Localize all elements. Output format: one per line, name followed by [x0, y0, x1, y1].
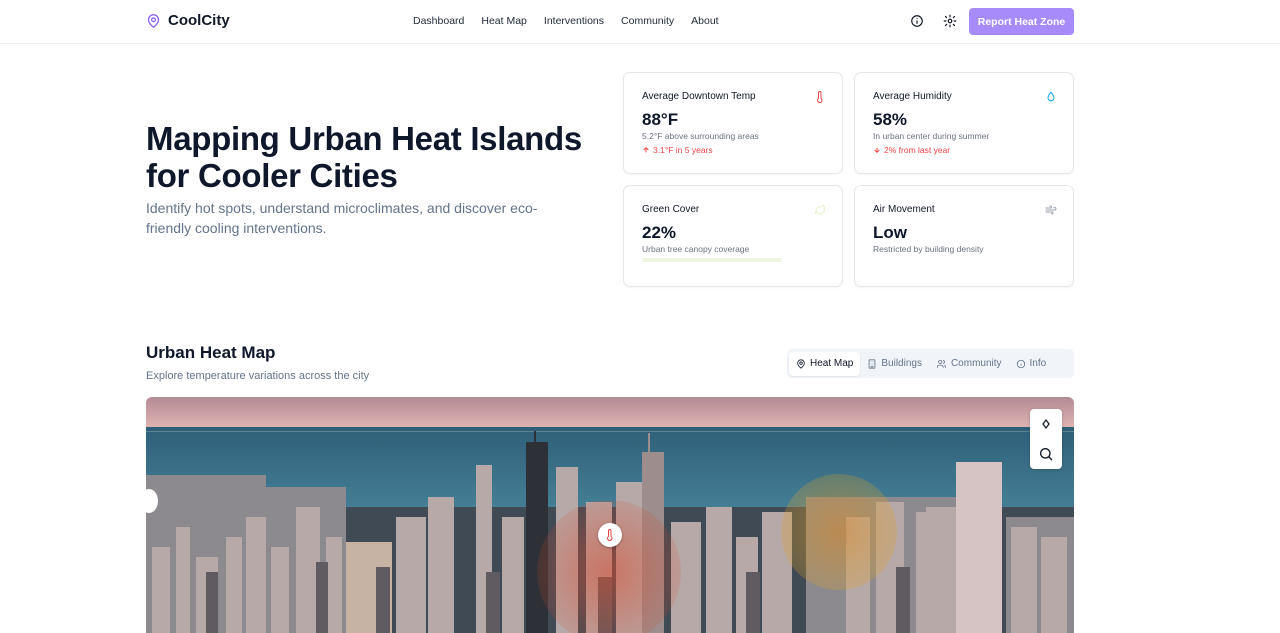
compass-icon	[1042, 418, 1050, 430]
wind-icon	[1045, 205, 1057, 215]
stat-trend: 3.1°F in 5 years	[642, 145, 713, 155]
hero-subtitle: Identify hot spots, understand microclim…	[146, 200, 538, 236]
building-icon	[869, 358, 876, 369]
stat-label: Green Cover	[642, 204, 700, 215]
stat-value: 22%	[642, 223, 677, 242]
map-pin-icon	[147, 13, 160, 28]
stat-card-humidity: Average Humidity 58% In urban center dur…	[854, 72, 1074, 174]
settings-icon[interactable]	[943, 14, 957, 28]
map-section-title: Urban Heat Map	[146, 343, 276, 362]
hero-title: Mapping Urban Heat Islands for Cooler Ci…	[146, 120, 582, 194]
stat-card-temp: Average Downtown Temp 88°F 5.2°F above s…	[623, 72, 843, 174]
tab-buildings[interactable]: Buildings	[860, 352, 929, 376]
report-heat-zone-button[interactable]: Report Heat Zone	[969, 8, 1074, 35]
tab-info[interactable]: Info	[1009, 352, 1054, 376]
top-navbar: CoolCity Dashboard Heat Map Intervention…	[0, 0, 1280, 44]
nav-community[interactable]: Community	[621, 15, 674, 27]
nav-heat-map[interactable]: Heat Map	[481, 15, 527, 27]
stat-trend-faded	[642, 258, 782, 262]
tab-label: Buildings	[881, 358, 922, 369]
search-icon	[1040, 448, 1053, 461]
zoom-search-button[interactable]	[1030, 439, 1062, 469]
tab-label: Heat Map	[810, 358, 854, 369]
stat-value: Low	[873, 223, 907, 242]
tab-community[interactable]: Community	[929, 352, 1009, 376]
stat-value: 88°F	[642, 110, 679, 129]
arrow-down-icon	[874, 147, 880, 154]
map-controls	[1030, 409, 1062, 469]
heat-map-canvas[interactable]	[146, 397, 1074, 633]
brand-name: CoolCity	[168, 12, 230, 29]
tab-label: Info	[1029, 358, 1047, 369]
info-icon	[1016, 359, 1025, 368]
stat-label: Average Downtown Temp	[642, 91, 756, 102]
stat-trend-text: 3.1°F in 5 years	[653, 145, 713, 155]
city-skyline-image	[146, 397, 1074, 633]
users-icon	[936, 359, 947, 368]
leaf-icon	[814, 204, 826, 215]
nav-about[interactable]: About	[691, 15, 718, 27]
info-icon[interactable]	[910, 14, 924, 28]
stat-label: Average Humidity	[873, 91, 952, 102]
stat-description: Urban tree canopy coverage	[642, 244, 750, 254]
stat-card-air-movement: Air Movement Low Restricted by building …	[854, 185, 1074, 287]
main-nav: Dashboard Heat Map Interventions Communi…	[413, 15, 736, 27]
stat-description: 5.2°F above surrounding areas	[642, 131, 759, 141]
stat-description: In urban center during summer	[873, 131, 990, 141]
nav-dashboard[interactable]: Dashboard	[413, 15, 464, 27]
map-pin-icon	[797, 359, 805, 369]
stat-card-green-cover: Green Cover 22% Urban tree canopy covera…	[623, 185, 843, 287]
stat-trend-text: 2% from last year	[884, 145, 951, 155]
thermometer-icon	[607, 529, 613, 541]
stat-description: Restricted by building density	[873, 244, 984, 254]
arrow-up-icon	[643, 146, 649, 153]
stat-label: Air Movement	[873, 204, 935, 215]
brand-logo[interactable]: CoolCity	[146, 12, 230, 29]
compass-button[interactable]	[1030, 409, 1062, 439]
nav-interventions[interactable]: Interventions	[544, 15, 604, 27]
stat-trend: 2% from last year	[873, 145, 950, 155]
tab-label: Community	[950, 358, 1002, 369]
stat-value: 58%	[873, 110, 908, 129]
map-side-handle[interactable]	[140, 489, 158, 513]
map-view-tabs: Heat Map Buildings Community Info	[787, 349, 1074, 378]
droplet-icon	[1047, 91, 1055, 102]
map-section-subtitle: Explore temperature variations across th…	[146, 370, 370, 382]
stat-trend	[642, 258, 782, 262]
heat-marker[interactable]	[598, 523, 622, 547]
tab-heat-map[interactable]: Heat Map	[789, 351, 861, 376]
thermometer-icon	[817, 91, 823, 103]
